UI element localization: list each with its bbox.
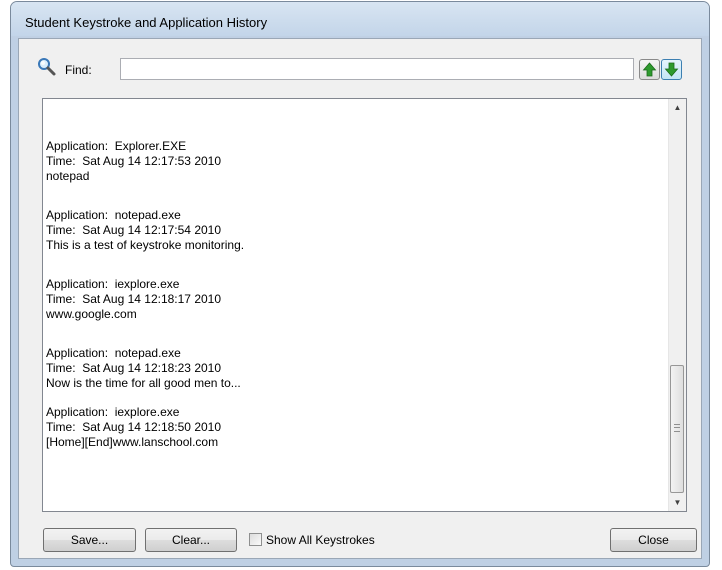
entry-keystrokes: This is a test of keystroke monitoring. <box>46 238 245 252</box>
entry-application: Application: iexplore.exe <box>46 405 180 419</box>
find-next-button[interactable] <box>661 59 682 80</box>
log-entry: Application: Explorer.EXE Time: Sat Aug … <box>46 139 666 184</box>
title-bar[interactable]: Student Keystroke and Application Histor… <box>11 2 709 36</box>
entry-keystrokes: notepad <box>46 169 90 183</box>
scroll-down-arrow-icon[interactable]: ▼ <box>669 494 686 511</box>
log-text: Application: Explorer.EXE Time: Sat Aug … <box>46 99 666 474</box>
log-entry: Application: iexplore.exe Time: Sat Aug … <box>46 277 666 322</box>
find-input[interactable] <box>120 58 634 80</box>
entry-keystrokes: [Home][End]www.lanschool.com <box>46 435 219 449</box>
entry-time: Time: Sat Aug 14 12:17:53 2010 <box>46 154 222 168</box>
log-entry: Application: iexplore.exe Time: Sat Aug … <box>46 405 666 450</box>
entry-time: Time: Sat Aug 14 12:18:50 2010 <box>46 420 222 434</box>
dialog-body: Find: Application: Explorer.EXE Time: Sa… <box>18 38 702 559</box>
entry-application: Application: notepad.exe <box>46 346 181 360</box>
entry-time: Time: Sat Aug 14 12:17:54 2010 <box>46 223 222 237</box>
show-all-keystrokes-checkbox[interactable] <box>249 533 262 546</box>
log-entry: Application: notepad.exe Time: Sat Aug 1… <box>46 346 666 391</box>
green-down-arrow-icon <box>664 62 679 77</box>
entry-application: Application: notepad.exe <box>46 208 181 222</box>
log-entry: Application: notepad.exe Time: Sat Aug 1… <box>46 208 666 253</box>
magnifier-icon <box>37 57 57 77</box>
keystroke-log[interactable]: Application: Explorer.EXE Time: Sat Aug … <box>42 98 687 512</box>
find-previous-button[interactable] <box>639 59 660 80</box>
clear-button[interactable]: Clear... <box>145 528 237 552</box>
entry-keystrokes: Now is the time for all good men to... <box>46 376 241 390</box>
entry-application: Application: iexplore.exe <box>46 277 180 291</box>
vertical-scrollbar[interactable]: ▲ ▼ <box>668 99 686 511</box>
entry-time: Time: Sat Aug 14 12:18:23 2010 <box>46 361 222 375</box>
keystroke-history-window: Student Keystroke and Application Histor… <box>10 1 710 567</box>
scroll-up-arrow-icon[interactable]: ▲ <box>669 99 686 116</box>
scrollbar-grip-icon <box>674 424 680 432</box>
show-all-keystrokes-label[interactable]: Show All Keystrokes <box>266 533 375 547</box>
entry-keystrokes: www.google.com <box>46 307 137 321</box>
close-button[interactable]: Close <box>610 528 697 552</box>
green-up-arrow-icon <box>642 62 657 77</box>
window-title: Student Keystroke and Application Histor… <box>25 15 268 30</box>
entry-time: Time: Sat Aug 14 12:18:17 2010 <box>46 292 222 306</box>
entry-application: Application: Explorer.EXE <box>46 139 187 153</box>
save-button[interactable]: Save... <box>43 528 136 552</box>
find-label: Find: <box>65 63 92 77</box>
scrollbar-thumb[interactable] <box>670 365 684 493</box>
